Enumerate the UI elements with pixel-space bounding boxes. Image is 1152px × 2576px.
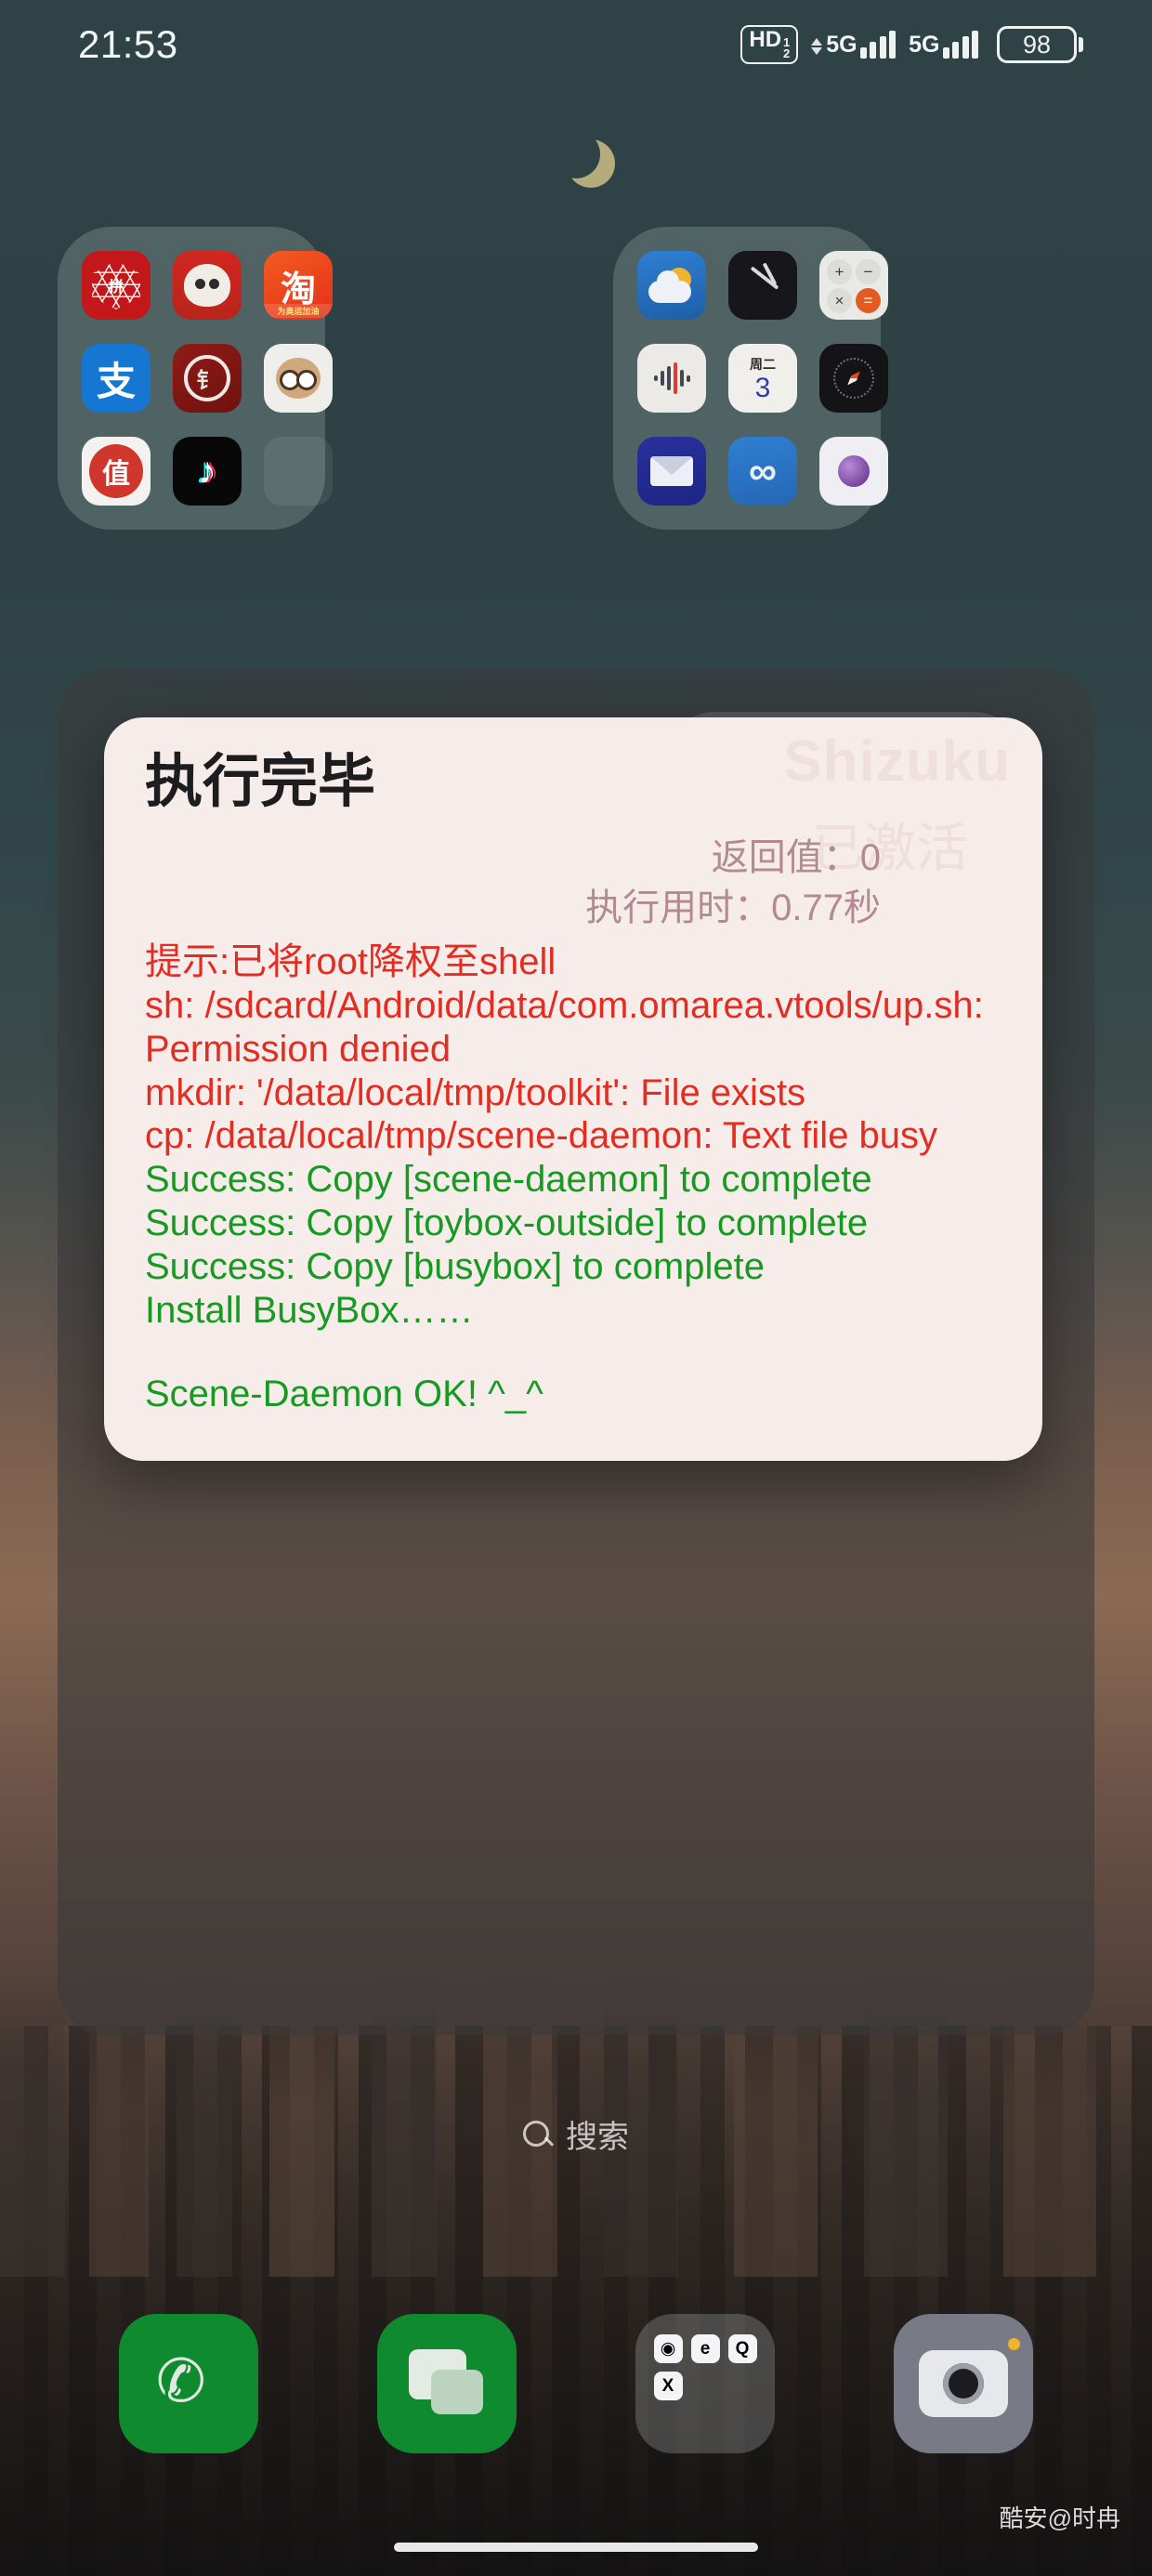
app-icon-calculator[interactable]: + − × = bbox=[819, 251, 888, 320]
app-icon-taobao[interactable]: 淘 为奥运加油 bbox=[264, 251, 333, 320]
folder-app-3: Q bbox=[727, 2334, 757, 2363]
search-label: 搜索 bbox=[566, 2119, 629, 2155]
app-icon-clock[interactable] bbox=[728, 251, 797, 320]
hd-voice-icon: HD 1 2 bbox=[740, 24, 799, 65]
jd-dog-icon bbox=[184, 264, 230, 307]
app-icon-system-tool[interactable] bbox=[819, 437, 888, 506]
battery-cap bbox=[1079, 37, 1083, 52]
douyin-glyph: ♪ bbox=[198, 451, 216, 492]
app-icon-smzdm[interactable]: 值 bbox=[82, 437, 151, 506]
screenshot-watermark: 酷安@时冉 bbox=[999, 2504, 1120, 2532]
dock-camera[interactable] bbox=[894, 2314, 1033, 2453]
hd-sim-fraction: 1 2 bbox=[783, 35, 791, 60]
orb-icon bbox=[838, 455, 870, 487]
system-folder[interactable]: + − × = 周二 3 ∞ bbox=[613, 227, 888, 530]
phone-screen: 21:53 HD 1 2 5G 5G 98 拼 淘 为奥运加油 支 钅 值 ♪ … bbox=[0, 0, 1152, 2576]
app-icon-compass[interactable] bbox=[819, 344, 888, 413]
waveform-icon bbox=[653, 362, 690, 394]
log-line: Success: Copy [toybox-outside] to comple… bbox=[145, 1202, 869, 1243]
app-icon-alipay[interactable]: 支 bbox=[82, 344, 151, 413]
compass-needle-icon bbox=[833, 358, 874, 399]
shopping-folder[interactable]: 拼 淘 为奥运加油 支 钅 值 ♪ bbox=[58, 227, 333, 530]
log-line: mkdir: '/data/local/tmp/toolkit': File e… bbox=[145, 1071, 806, 1113]
log-line: 提示:已将root降权至shell bbox=[145, 941, 556, 983]
dock-messages[interactable] bbox=[377, 2314, 517, 2453]
dialog-return-value: 返回值：0 bbox=[711, 837, 881, 879]
battery-icon: 98 bbox=[997, 26, 1083, 63]
folder-app-1: ◉ bbox=[653, 2334, 683, 2363]
hd-sim-bottom: 2 bbox=[783, 46, 791, 60]
dialog-elapsed-time: 执行用时：0.77秒 bbox=[585, 887, 881, 929]
log-line: Success: Copy [busybox] to complete bbox=[145, 1245, 765, 1287]
app-icon-mail[interactable] bbox=[637, 437, 706, 506]
execution-result-dialog: Shizuku 已激活 执行完毕 返回值：0 执行用时：0.77秒 提示:已将r… bbox=[104, 717, 1042, 1462]
dock-phone[interactable]: ✆ bbox=[119, 2314, 258, 2453]
status-clock: 21:53 bbox=[78, 22, 178, 66]
data-transfer-icon bbox=[811, 38, 823, 55]
hd-label: HD bbox=[749, 26, 782, 52]
app-icon-recorder[interactable] bbox=[637, 344, 706, 413]
message-bubble2-icon bbox=[431, 2370, 483, 2414]
sim2-signal-group: 5G bbox=[909, 31, 978, 59]
app-icon-weather[interactable] bbox=[637, 251, 706, 320]
bank-glyph: 钅 bbox=[184, 355, 230, 401]
status-bar: 21:53 HD 1 2 5G 5G 98 bbox=[0, 0, 1152, 89]
calc-plus-key: + bbox=[827, 259, 852, 284]
camera-icon bbox=[919, 2350, 1008, 2417]
taobao-subtitle: 为奥运加油 bbox=[264, 304, 333, 318]
app-icon-csdn[interactable] bbox=[264, 344, 333, 413]
app-icon-empty-slot bbox=[264, 437, 333, 506]
calc-equals-key: = bbox=[856, 288, 881, 313]
folder-app-2: e bbox=[690, 2334, 720, 2363]
log-line: Scene-Daemon OK! ^_^ bbox=[145, 1373, 543, 1415]
app-icon-douyin[interactable]: ♪ bbox=[173, 437, 242, 506]
app-icon-calendar[interactable]: 周二 3 bbox=[728, 344, 797, 413]
app-icon-shortcuts[interactable]: ∞ bbox=[728, 437, 797, 506]
calendar-weekday: 周二 bbox=[750, 356, 776, 372]
sim1-signal-group: 5G bbox=[811, 31, 897, 59]
app-icon-jd[interactable] bbox=[173, 251, 242, 320]
app-icon-bank[interactable]: 钅 bbox=[173, 344, 242, 413]
infinity-glyph: ∞ bbox=[749, 449, 777, 493]
log-blank-line bbox=[145, 1332, 1001, 1373]
log-line: cp: /data/local/tmp/scene-daemon: Text f… bbox=[145, 1115, 938, 1157]
moon-decoration bbox=[552, 130, 600, 178]
dock-browser-folder[interactable]: ◉ e Q X bbox=[635, 2314, 775, 2453]
sim1-network-label: 5G bbox=[826, 32, 857, 58]
search-icon bbox=[523, 2121, 549, 2147]
envelope-icon bbox=[650, 456, 693, 486]
dialog-log-output: 提示:已将root降权至shell sh: /sdcard/Android/da… bbox=[145, 940, 1001, 1416]
battery-percent: 98 bbox=[997, 26, 1077, 63]
home-dock: ✆ ◉ e Q X bbox=[0, 2295, 1152, 2472]
log-line: Install BusyBox…… bbox=[145, 1289, 474, 1331]
alipay-glyph: 支 bbox=[96, 359, 136, 403]
pinduoduo-glyph: 拼 bbox=[92, 261, 140, 309]
calc-minus-key: − bbox=[856, 259, 881, 284]
status-indicators: HD 1 2 5G 5G 98 bbox=[740, 24, 1083, 65]
log-line: sh: /sdcard/Android/data/com.omarea.vtoo… bbox=[145, 984, 984, 1070]
sim1-signal-bars-icon bbox=[859, 31, 897, 59]
log-line: Success: Copy [scene-daemon] to complete bbox=[145, 1159, 872, 1201]
calc-times-key: × bbox=[827, 288, 852, 313]
smzdm-glyph: 值 bbox=[89, 444, 143, 498]
navigation-bar-handle[interactable] bbox=[394, 2543, 758, 2552]
csdn-monkey-icon bbox=[276, 358, 321, 399]
home-search-bar[interactable]: 搜索 bbox=[177, 2095, 975, 2173]
sim2-signal-bars-icon bbox=[942, 31, 978, 59]
folder-app-4: X bbox=[653, 2372, 683, 2400]
dialog-title: 执行完毕 bbox=[145, 750, 376, 814]
cloud-icon bbox=[648, 270, 691, 303]
calendar-day: 3 bbox=[754, 372, 771, 403]
sim2-network-label: 5G bbox=[909, 32, 940, 58]
camera-led-icon bbox=[1008, 2338, 1020, 2350]
app-icon-pinduoduo[interactable]: 拼 bbox=[82, 251, 151, 320]
phone-icon: ✆ bbox=[156, 2347, 206, 2414]
